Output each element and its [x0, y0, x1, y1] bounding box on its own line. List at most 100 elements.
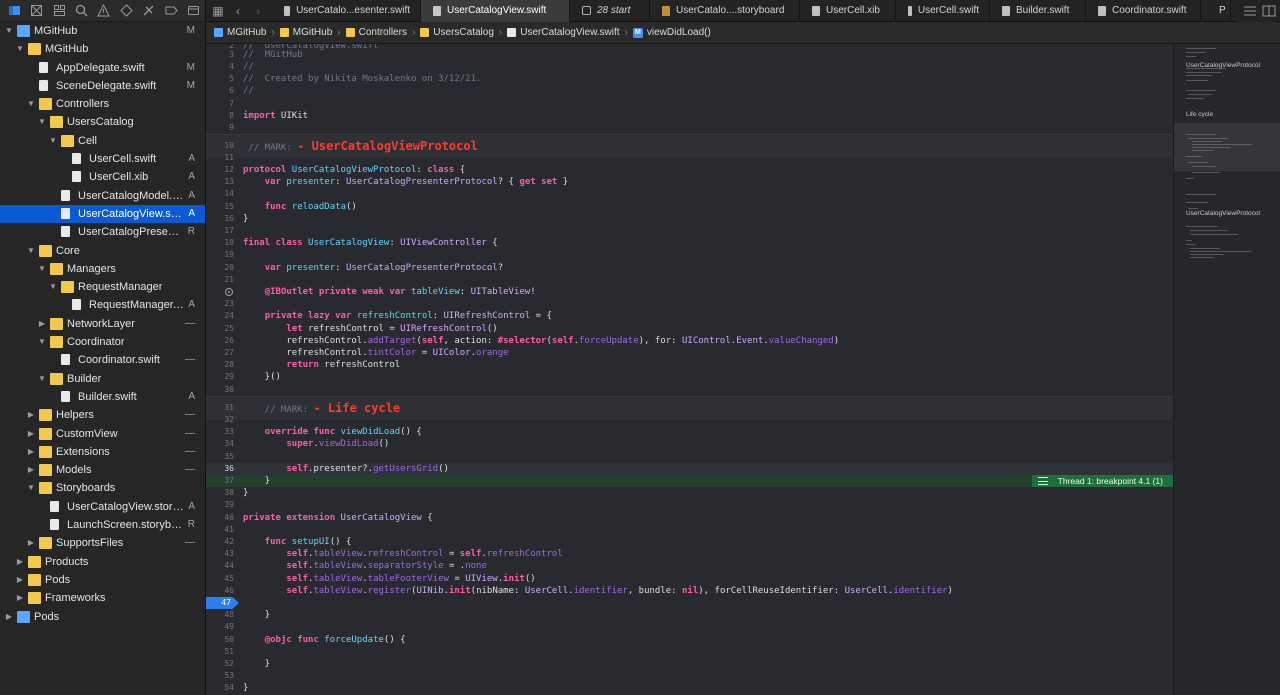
editor-tab[interactable]: P: [1201, 0, 1231, 22]
tree-folder-item[interactable]: ▼ MGitHub M: [0, 22, 205, 40]
tree-folder-item[interactable]: ▶ Models —: [0, 461, 205, 479]
tree-item-label: Frameworks: [45, 592, 106, 605]
tree-file-item[interactable]: UserCatalogPresenter... R: [0, 223, 205, 241]
editor-tab[interactable]: Builder.swift: [990, 0, 1086, 22]
editor-tab[interactable]: UserCatalo...esenter.swift: [272, 0, 421, 22]
debug-navigator-icon[interactable]: [138, 0, 160, 22]
scm-status-badge: M: [186, 61, 195, 73]
editor-options-icon[interactable]: [1243, 5, 1257, 17]
disclosure-open-icon[interactable]: ▼: [37, 370, 47, 388]
file-icon: [72, 171, 81, 183]
breakpoint-badge[interactable]: Thread 1: breakpoint 4.1 (1): [1031, 475, 1173, 487]
tree-folder-item[interactable]: ▼ Core: [0, 242, 205, 260]
disclosure-closed-icon[interactable]: ▶: [26, 534, 36, 552]
tree-folder-item[interactable]: ▼ Storyboards: [0, 479, 205, 497]
symbol-navigator-icon[interactable]: [48, 0, 70, 22]
disclosure-open-icon[interactable]: ▼: [37, 333, 47, 351]
source-control-icon[interactable]: [25, 0, 47, 22]
source-editor[interactable]: 2// UserCatalogView.swift 3// MGitHub 4/…: [206, 44, 1173, 695]
breakpoint-marker[interactable]: 47: [206, 597, 239, 609]
tree-folder-item[interactable]: ▼ RequestManager: [0, 278, 205, 296]
tree-folder-item[interactable]: ▶ Frameworks: [0, 589, 205, 607]
disclosure-open-icon[interactable]: ▼: [26, 479, 36, 497]
tree-folder-item[interactable]: ▶ Extensions —: [0, 443, 205, 461]
chevron-right-icon[interactable]: ›: [251, 4, 265, 18]
code-line: 27 refreshControl.tintColor = UIColor.or…: [224, 348, 509, 358]
editor-tab[interactable]: UserCatalogView.swift: [421, 0, 570, 22]
disclosure-open-icon[interactable]: ▼: [4, 22, 14, 40]
editor-tab[interactable]: UserCell.xib: [800, 0, 896, 22]
crumb-group[interactable]: MGitHub: [279, 27, 332, 38]
tree-item-label: UserCatalogView.storyb...: [67, 500, 184, 513]
tree-folder-item[interactable]: ▶ Products: [0, 553, 205, 571]
grid-icon[interactable]: ▦: [211, 4, 225, 18]
scm-status-badge: —: [185, 464, 195, 476]
tree-folder-item[interactable]: ▼ Coordinator: [0, 333, 205, 351]
disclosure-closed-icon[interactable]: ▶: [37, 315, 47, 333]
disclosure-open-icon[interactable]: ▼: [48, 278, 58, 296]
tree-folder-item[interactable]: ▶ Helpers —: [0, 406, 205, 424]
crumb-project[interactable]: MGitHub: [214, 27, 266, 38]
crumb-file[interactable]: UserCatalogView.swift: [507, 27, 620, 38]
minimap-line: [1186, 240, 1192, 242]
tree-folder-item[interactable]: ▼ Managers: [0, 260, 205, 278]
tree-file-item[interactable]: UserCatalogView.swift A: [0, 204, 205, 224]
disclosure-closed-icon[interactable]: ▶: [15, 589, 25, 607]
split-editor-icon[interactable]: [1262, 5, 1276, 17]
tree-file-item[interactable]: SceneDelegate.swift M: [0, 77, 205, 95]
editor-tab[interactable]: 28 start: [570, 0, 650, 22]
tree-file-item[interactable]: LaunchScreen.storyboard R: [0, 516, 205, 534]
tree-folder-item[interactable]: ▼ Builder: [0, 370, 205, 388]
disclosure-closed-icon[interactable]: ▶: [26, 425, 36, 443]
editor-tab[interactable]: UserCatalo....storyboard: [650, 0, 800, 22]
issue-navigator-icon[interactable]: [93, 0, 115, 22]
disclosure-open-icon[interactable]: ▼: [37, 113, 47, 131]
editor-tab[interactable]: UserCell.swift: [896, 0, 990, 22]
disclosure-open-icon[interactable]: ▼: [15, 40, 25, 58]
tree-folder-item[interactable]: ▼ Controllers: [0, 95, 205, 113]
find-navigator-icon[interactable]: [70, 0, 92, 22]
tree-file-item[interactable]: UserCatalogModel.sw... A: [0, 187, 205, 205]
tree-folder-item[interactable]: ▶ Pods: [0, 571, 205, 589]
disclosure-open-icon[interactable]: ▼: [26, 95, 36, 113]
disclosure-closed-icon[interactable]: ▶: [15, 571, 25, 589]
tree-file-item[interactable]: RequestManager.s... A: [0, 296, 205, 314]
disclosure-open-icon[interactable]: ▼: [26, 242, 36, 260]
test-navigator-icon[interactable]: [115, 0, 137, 22]
tree-file-item[interactable]: Builder.swift A: [0, 388, 205, 406]
tree-file-item[interactable]: UserCell.xib A: [0, 168, 205, 186]
project-navigator-icon[interactable]: [3, 0, 25, 22]
tree-folder-item[interactable]: ▼ MGitHub: [0, 40, 205, 58]
minimap[interactable]: UserCatalogViewProtocol Life cycle UserC…: [1173, 44, 1280, 695]
tab-label: Coordinator.swift: [1112, 5, 1187, 16]
file-icon: [61, 226, 70, 238]
breakpoint-line-number: 47: [221, 598, 231, 607]
tree-folder-item[interactable]: ▶ NetworkLayer —: [0, 315, 205, 333]
disclosure-closed-icon[interactable]: ▶: [15, 553, 25, 571]
outlet-connection-icon[interactable]: [225, 288, 233, 296]
tree-folder-item[interactable]: ▶ SupportsFiles —: [0, 534, 205, 552]
breakpoint-navigator-icon[interactable]: [160, 0, 182, 22]
disclosure-closed-icon[interactable]: ▶: [26, 461, 36, 479]
disclosure-open-icon[interactable]: ▼: [37, 260, 47, 278]
chevron-left-icon[interactable]: ‹: [231, 4, 245, 18]
disclosure-closed-icon[interactable]: ▶: [26, 443, 36, 461]
swift-file-icon: [284, 5, 291, 16]
disclosure-open-icon[interactable]: ▼: [48, 132, 58, 150]
scm-status-badge: A: [188, 207, 195, 219]
tree-file-item[interactable]: AppDelegate.swift M: [0, 59, 205, 77]
report-navigator-icon[interactable]: [183, 0, 205, 22]
tree-file-item[interactable]: Coordinator.swift —: [0, 351, 205, 369]
tree-folder-item[interactable]: ▼ UsersCatalog: [0, 113, 205, 131]
tree-file-item[interactable]: UserCatalogView.storyb... A: [0, 498, 205, 516]
crumb-method[interactable]: MviewDidLoad(): [632, 27, 711, 38]
tree-folder-item[interactable]: ▶ Pods: [0, 608, 205, 626]
tree-folder-item[interactable]: ▶ CustomView —: [0, 425, 205, 443]
crumb-controllers[interactable]: Controllers: [345, 27, 407, 38]
disclosure-closed-icon[interactable]: ▶: [4, 608, 14, 626]
editor-tab[interactable]: Coordinator.swift: [1086, 0, 1201, 22]
tree-folder-item[interactable]: ▼ Cell: [0, 132, 205, 150]
tree-file-item[interactable]: UserCell.swift A: [0, 150, 205, 168]
crumb-userscatalog[interactable]: UsersCatalog: [420, 27, 494, 38]
disclosure-closed-icon[interactable]: ▶: [26, 406, 36, 424]
